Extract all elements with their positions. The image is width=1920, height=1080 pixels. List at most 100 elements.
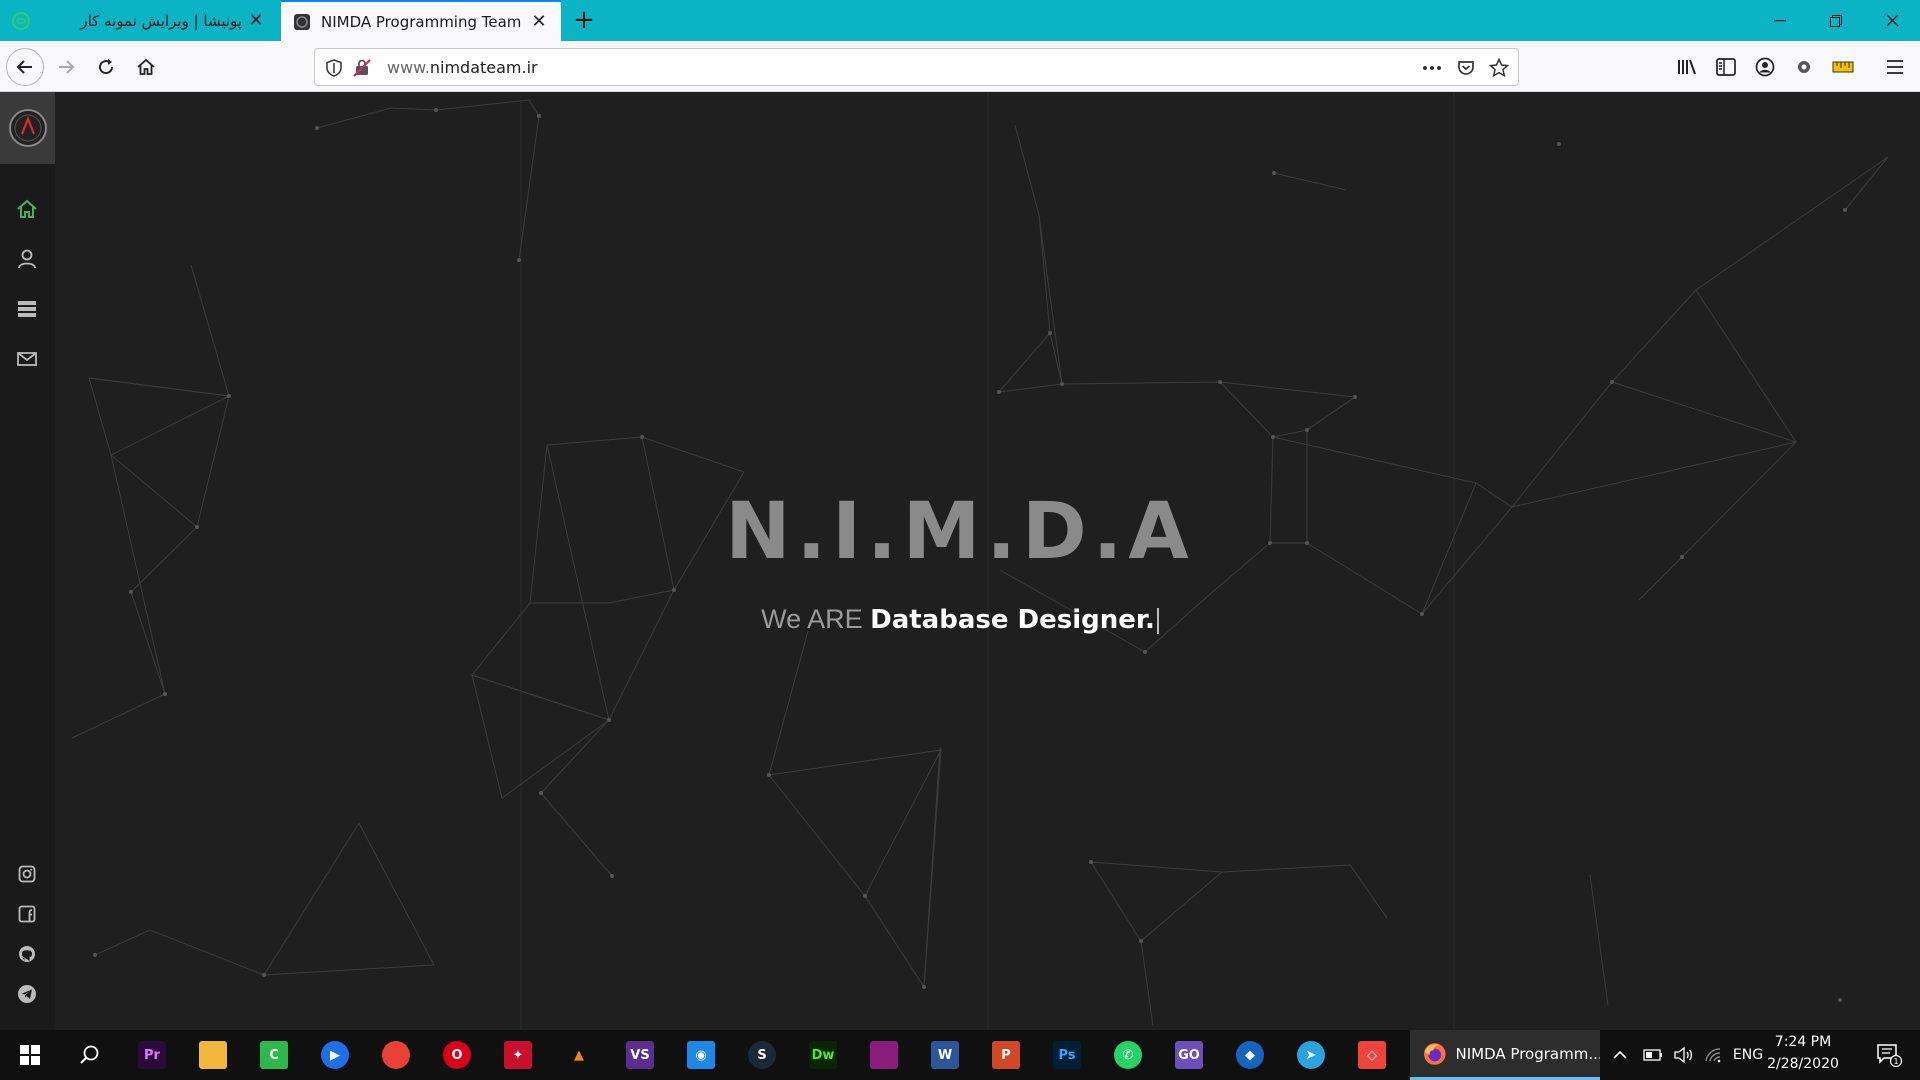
extension-button[interactable]	[1785, 48, 1823, 86]
vlc-icon: ▲	[565, 1041, 593, 1069]
tracking-shield-icon[interactable]	[323, 57, 345, 79]
winrar-icon	[870, 1041, 898, 1069]
screenshot-icon: ◉	[687, 1041, 715, 1069]
taskbar-app-screenshot[interactable]: ◉	[671, 1030, 731, 1080]
forward-button[interactable]	[47, 48, 85, 86]
site-logo[interactable]	[0, 92, 55, 164]
clock-time[interactable]: 7:24 PM	[1758, 1034, 1848, 1050]
taskbar-app-shield[interactable]: ◆	[1220, 1030, 1280, 1080]
home-icon	[137, 58, 155, 75]
files-icon	[199, 1041, 227, 1069]
taskbar-app-opera[interactable]: O	[427, 1030, 487, 1080]
start-button[interactable]	[0, 1030, 60, 1080]
action-center-button[interactable]: 1	[1864, 1030, 1914, 1080]
taskbar-app-camtasia[interactable]: C	[244, 1030, 304, 1080]
network-indicator[interactable]	[1696, 1030, 1730, 1080]
taskbar-app-media-player[interactable]: ▶	[305, 1030, 365, 1080]
taskbar-app-whatsapp[interactable]: ✆	[1098, 1030, 1158, 1080]
url-text[interactable]: www.nimdateam.ir	[387, 58, 538, 77]
url-prefix: www.	[387, 58, 430, 77]
taskbar-app-vlc[interactable]: ▲	[549, 1030, 609, 1080]
pocket-icon[interactable]	[1455, 57, 1477, 79]
close-tab-icon[interactable]: ✕	[242, 10, 270, 31]
account-icon	[1755, 57, 1775, 77]
wifi-icon	[1705, 1048, 1721, 1063]
insecure-connection-icon[interactable]	[351, 57, 373, 79]
tab-ponisha[interactable]: پونیشا | ویرایش نمونه کار ✕	[0, 0, 278, 41]
ruler-extension-button[interactable]	[1824, 48, 1862, 86]
library-icon	[1678, 59, 1696, 75]
facebook-link[interactable]	[14, 901, 40, 927]
windows-taskbar: Pr C ▶ O ✦ ▲ VS ◉ S Dw W P Ps ✆ GO ◆ ➤ ◇ NIMDA Programm..…	[0, 1030, 1920, 1080]
tab-nimda[interactable]: NIMDA Programming Team ✕	[281, 0, 561, 41]
web-page: N.I.M.D.A We ARE Database Designer.	[0, 92, 1920, 1030]
hamburger-menu-icon	[1887, 60, 1903, 74]
app-red-icon: ✦	[504, 1041, 532, 1069]
library-button[interactable]	[1668, 48, 1706, 86]
battery-icon	[1643, 1049, 1662, 1061]
facebook-icon	[18, 905, 36, 923]
url-bar[interactable]: www.nimdateam.ir	[314, 48, 1519, 86]
show-hidden-icons-button[interactable]	[1600, 1030, 1640, 1080]
nav-home[interactable]	[14, 196, 40, 222]
taskbar-app-chrome[interactable]	[366, 1030, 426, 1080]
taskbar-app-premiere[interactable]: Pr	[122, 1030, 182, 1080]
taskbar-app-anydesk[interactable]: ◇	[1342, 1030, 1402, 1080]
restore-button[interactable]	[1808, 0, 1864, 41]
word-icon: W	[931, 1041, 959, 1069]
nav-contact[interactable]	[14, 346, 40, 372]
bookmark-star-icon[interactable]	[1488, 57, 1510, 79]
taskbar-app-go[interactable]: GO	[1159, 1030, 1219, 1080]
taskbar-window-title: NIMDA Programm...	[1455, 1044, 1600, 1063]
back-button[interactable]	[6, 48, 44, 86]
shield-icon: ◆	[1236, 1041, 1264, 1069]
notifications-icon: 1	[1877, 1044, 1902, 1067]
powerpoint-icon: P	[992, 1041, 1020, 1069]
back-arrow-icon	[16, 60, 32, 74]
github-link[interactable]	[14, 941, 40, 967]
opera-icon: O	[443, 1041, 471, 1069]
home-icon	[17, 199, 37, 218]
nav-about[interactable]	[14, 246, 40, 272]
chevron-up-icon	[1613, 1050, 1627, 1059]
taskbar-app-app-red[interactable]: ✦	[488, 1030, 548, 1080]
anydesk-icon: ◇	[1358, 1041, 1386, 1069]
app-menu-button[interactable]	[1876, 48, 1914, 86]
taskbar-app-photoshop[interactable]: Ps	[1037, 1030, 1097, 1080]
taskbar-app-dreamweaver[interactable]: Dw	[793, 1030, 853, 1080]
search-button[interactable]	[60, 1030, 120, 1080]
taskbar-app-winrar[interactable]	[854, 1030, 914, 1080]
sidebar-toggle-button[interactable]	[1707, 48, 1745, 86]
volume-indicator[interactable]	[1666, 1030, 1700, 1080]
battery-indicator[interactable]	[1636, 1030, 1670, 1080]
page-actions-menu-icon[interactable]	[1421, 57, 1443, 79]
notification-count: 1	[1893, 1057, 1898, 1066]
nav-portfolio[interactable]	[14, 296, 40, 322]
home-button[interactable]	[127, 48, 165, 86]
whatsapp-icon: ✆	[1114, 1041, 1142, 1069]
taskbar-app-steam[interactable]: S	[732, 1030, 792, 1080]
taskbar-app-word[interactable]: W	[915, 1030, 975, 1080]
mail-icon	[17, 352, 37, 366]
camtasia-icon: C	[260, 1041, 288, 1069]
reload-button[interactable]	[87, 48, 125, 86]
github-icon	[19, 946, 35, 962]
account-button[interactable]	[1746, 48, 1784, 86]
taskbar-app-telegram[interactable]: ➤	[1281, 1030, 1341, 1080]
url-domain: nimdateam.ir	[429, 58, 538, 77]
nimda-favicon-icon	[293, 13, 311, 31]
instagram-link[interactable]	[14, 861, 40, 887]
sidebar-icon	[1716, 58, 1736, 76]
taskbar-app-visual-studio[interactable]: VS	[610, 1030, 670, 1080]
new-tab-button[interactable]: +	[570, 6, 598, 34]
telegram-link[interactable]	[14, 981, 40, 1007]
close-window-button[interactable]	[1864, 0, 1920, 41]
minimize-button[interactable]	[1752, 0, 1808, 41]
visual-studio-icon: VS	[626, 1041, 654, 1069]
close-tab-icon[interactable]: ✕	[525, 11, 553, 32]
clock-date[interactable]: 2/28/2020	[1758, 1056, 1848, 1072]
taskbar-app-files[interactable]	[183, 1030, 243, 1080]
taskbar-app-powerpoint[interactable]: P	[976, 1030, 1036, 1080]
taskbar-firefox-window[interactable]: NIMDA Programm...	[1410, 1030, 1600, 1080]
navigation-toolbar: www.nimdateam.ir	[0, 41, 1920, 92]
